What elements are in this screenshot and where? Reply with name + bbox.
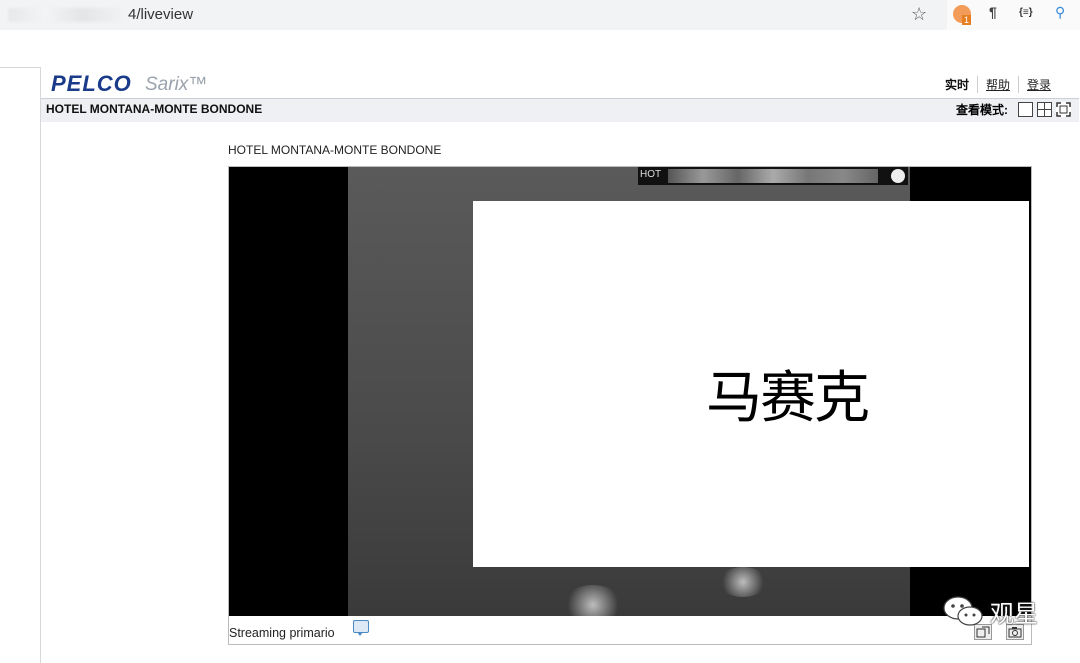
pin-icon[interactable]: ⚲ [1055,4,1065,21]
url-text: 4/liveview [128,6,194,23]
camera-titlebar: HOTEL MONTANA-MONTE BONDONE 查看模式: [41,98,1079,122]
top-nav: 实时 帮助 登录 [937,76,1059,93]
single-view-icon[interactable] [1018,102,1033,117]
nav-login[interactable]: 登录 [1017,76,1059,93]
extension-strip: 1 ¶ {≡} ⚲ [947,0,1080,30]
view-mode: 查看模式: [956,101,1071,118]
star-icon[interactable]: ☆ [911,4,927,25]
osd-dot [891,169,905,183]
osd-redacted [668,169,878,183]
browser-gap [0,30,1080,68]
camera-label: HOTEL MONTANA-MONTE BONDONE [228,143,442,157]
watermark: 观星 [940,593,1038,629]
pelco-logo: PELCO [51,71,132,96]
osd-overlay: HOT [638,167,908,185]
badge-count: 1 [962,15,972,25]
camera-feed: 马赛克 [348,167,1029,616]
mosaic-overlay: 马赛克 [473,201,1029,567]
pilcrow-icon[interactable]: ¶ [989,4,997,20]
nav-live[interactable]: 实时 [937,76,977,93]
nav-help[interactable]: 帮助 [976,76,1018,93]
osd-text: HOT [640,169,662,180]
liveview-page: PELCO Sarix™ 实时 帮助 登录 HOTEL MONTANA-MONT… [40,67,1080,663]
stream-bar: Streaming primario [229,616,1031,644]
light-glow [718,567,768,597]
wechat-icon [943,596,983,626]
extension-badge-icon[interactable]: 1 [953,5,972,25]
grid-view-icon[interactable] [1037,102,1052,117]
browser-address-bar[interactable]: 4/liveview ☆ 1 ¶ {≡} ⚲ [0,0,1080,30]
page-title: HOTEL MONTANA-MONTE BONDONE [46,102,263,116]
watermark-text: 观星 [990,599,1038,628]
url-redacted [8,8,120,22]
fullscreen-icon[interactable] [1056,102,1071,117]
video-frame: 马赛克 HOT Streaming primario [228,166,1032,645]
chat-icon[interactable] [353,620,369,636]
json-icon[interactable]: {≡} [1019,7,1033,18]
mosaic-text: 马赛克 [706,366,870,431]
video-player[interactable]: 马赛克 HOT [229,167,1031,616]
stream-label: Streaming primario [229,626,335,640]
sarix-logo: Sarix™ [145,74,208,95]
view-mode-label: 查看模式: [956,103,1008,117]
light-glow [563,585,623,616]
